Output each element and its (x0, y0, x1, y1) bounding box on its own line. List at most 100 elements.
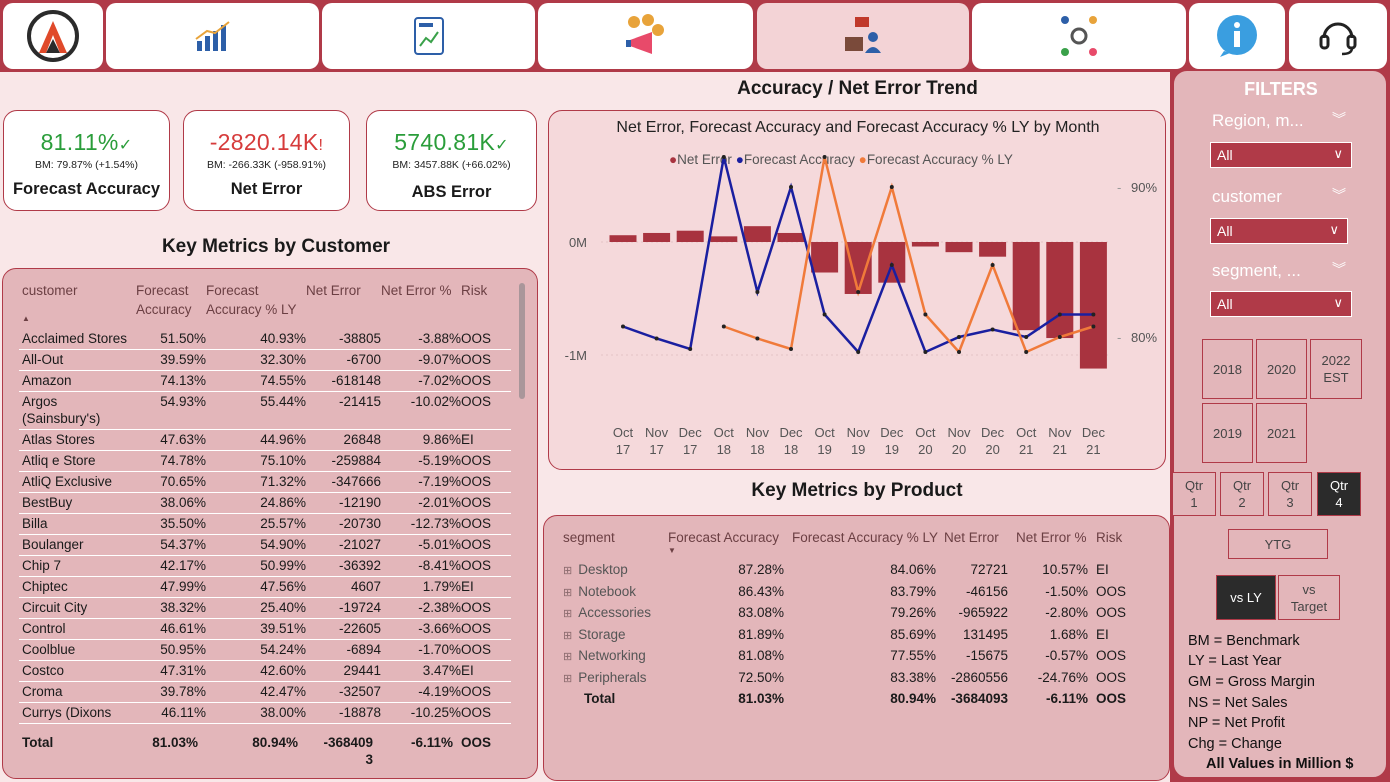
col-header-forecast-accuracy-ly[interactable]: Forecast Accuracy % LY (206, 281, 306, 329)
prod-col-header-segment[interactable]: segment (558, 528, 668, 560)
table-row[interactable]: Coolblue 50.95% 54.24% -6894 -1.70% OOS (19, 639, 511, 661)
prod-col-header-net-error[interactable]: Net Error (944, 528, 1016, 560)
col-header-net-error-pct[interactable]: Net Error % (381, 281, 461, 329)
expand-plus-icon[interactable]: ⊞ (563, 673, 572, 685)
data-point[interactable] (889, 263, 894, 267)
nav-support-tile[interactable] (1289, 3, 1387, 69)
logo-tile[interactable] (3, 3, 103, 69)
col-header-customer[interactable]: customer ▲ (19, 281, 136, 329)
kpi-card-forecast-accuracy[interactable]: 81.11%✓ BM: 79.87% (+1.54%) Forecast Acc… (3, 110, 170, 211)
data-point[interactable] (1057, 312, 1062, 317)
col-header-risk[interactable]: Risk (461, 281, 511, 329)
table-row[interactable]: Currys (Dixons 46.11% 38.00% -18878 -10.25% O… (19, 702, 511, 724)
net-error-bar[interactable] (811, 242, 839, 273)
region-collapse-chevron-icon[interactable]: ︾ (1332, 109, 1346, 129)
data-point[interactable] (1057, 335, 1062, 339)
trend-chart-panel[interactable]: Net Error, Forecast Accuracy and Forecas… (548, 110, 1166, 470)
net-error-bar[interactable] (945, 242, 973, 253)
segment-collapse-chevron-icon[interactable]: ︾ (1332, 259, 1346, 279)
data-point[interactable] (856, 350, 861, 354)
table-row[interactable]: ⊞ Peripherals 72.50% 83.38% -2860556 -24.76% O… (558, 668, 1152, 690)
data-point[interactable] (789, 347, 793, 351)
ytg-button[interactable]: YTG (1228, 529, 1328, 559)
col-header-forecast-accuracy[interactable]: Forecast Accuracy (136, 281, 206, 329)
data-point[interactable] (789, 185, 793, 189)
vs-ly-button[interactable]: vs LY (1216, 575, 1276, 620)
customer-table-scrollbar[interactable] (519, 283, 525, 399)
product-table[interactable]: segment Forecast Accuracy ▼ Forecast Accu… (558, 528, 1152, 707)
nav-sales-tile[interactable] (322, 3, 535, 69)
year-2019-button[interactable]: 2019 (1202, 403, 1253, 463)
prod-col-header-forecast-accuracy[interactable]: Forecast Accuracy ▼ (668, 528, 792, 560)
expand-plus-icon[interactable]: ⊞ (563, 608, 572, 620)
nav-supply-chain-tile[interactable] (757, 3, 969, 69)
trend-chart[interactable]: 0M-1M90%80%--Oct17Nov17Dec17Oct18Nov18De… (549, 111, 1167, 471)
data-point[interactable] (856, 290, 861, 294)
nav-marketing-tile[interactable] (538, 3, 753, 69)
data-point[interactable] (990, 263, 995, 267)
net-error-bar[interactable] (643, 232, 671, 242)
net-error-bar[interactable] (1012, 242, 1040, 331)
net-error-bar[interactable] (609, 235, 637, 242)
data-point[interactable] (654, 336, 659, 341)
qtr-3-button[interactable]: Qtr 3 (1268, 472, 1312, 516)
table-row[interactable]: Circuit City 38.32% 25.40% -19724 -2.38% OOS (19, 597, 511, 619)
data-point[interactable] (822, 155, 827, 159)
year-2018-button[interactable]: 2018 (1202, 339, 1253, 399)
table-row[interactable]: Costco 47.31% 42.60% 29441 3.47% EI (19, 660, 511, 682)
customer-table-panel[interactable]: customer ▲ Forecast Accuracy Forecast Acc… (2, 268, 538, 779)
net-error-bar[interactable] (676, 230, 704, 242)
table-row[interactable]: ⊞ Notebook 86.43% 83.79% -46156 -1.50% OOS (558, 582, 1152, 604)
net-error-bar[interactable] (777, 232, 805, 242)
data-point[interactable] (923, 350, 928, 354)
net-error-bar[interactable] (1046, 242, 1074, 339)
expand-plus-icon[interactable]: ⊞ (563, 587, 572, 599)
table-row[interactable]: BestBuy 38.06% 24.86% -12190 -2.01% OOS (19, 492, 511, 514)
data-point[interactable] (621, 324, 625, 329)
net-error-bar[interactable] (743, 226, 771, 242)
data-point[interactable] (688, 347, 693, 351)
table-row[interactable]: ⊞ Accessories 83.08% 79.26% -965922 -2.80% OOS (558, 603, 1152, 625)
table-row[interactable]: Argos (Sainsbury's) 54.93% 55.44% -21415 -10… (19, 391, 511, 430)
net-error-bar[interactable] (911, 242, 939, 247)
table-row[interactable]: All-Out 39.59% 32.30% -6700 -9.07% OOS (19, 349, 511, 371)
net-error-bar[interactable] (710, 236, 738, 242)
table-row[interactable]: ⊞ Networking 81.08% 77.55% -15675 -0.57% OOS (558, 646, 1152, 668)
table-row[interactable]: Atlas Stores 47.63% 44.96% 26848 9.86% EI (19, 429, 511, 451)
expand-plus-icon[interactable]: ⊞ (563, 651, 572, 663)
vs-target-button[interactable]: vs Target (1278, 575, 1340, 620)
table-row[interactable]: Acclaimed Stores 51.50% 40.93% -38805 -3.88%… (19, 329, 511, 350)
customer-collapse-chevron-icon[interactable]: ︾ (1332, 185, 1346, 205)
table-row[interactable]: Control 46.61% 39.51% -22605 -3.66% OOS (19, 618, 511, 640)
qtr-4-button[interactable]: Qtr 4 (1317, 472, 1361, 516)
data-point[interactable] (1091, 312, 1096, 317)
year-2020-button[interactable]: 2020 (1256, 339, 1307, 399)
data-point[interactable] (755, 290, 760, 294)
prod-col-header-forecast-accuracy-ly[interactable]: Forecast Accuracy % LY (792, 528, 944, 560)
qtr-1-button[interactable]: Qtr 1 (1172, 472, 1216, 516)
table-row[interactable]: ⊞ Desktop 87.28% 84.06% 72721 10.57% EI (558, 560, 1152, 582)
data-point[interactable] (990, 327, 995, 332)
table-row[interactable]: Croma 39.78% 42.47% -32507 -4.19% OOS (19, 681, 511, 703)
expand-plus-icon[interactable]: ⊞ (563, 565, 572, 577)
customer-dropdown[interactable]: All ∨ (1210, 218, 1348, 244)
prod-col-header-risk[interactable]: Risk (1096, 528, 1152, 560)
data-point[interactable] (923, 312, 928, 317)
product-table-panel[interactable]: segment Forecast Accuracy ▼ Forecast Accu… (543, 515, 1170, 781)
kpi-card-net-error[interactable]: -2820.14K! BM: -266.33K (-958.91%) Net E… (183, 110, 350, 211)
customer-table[interactable]: customer ▲ Forecast Accuracy Forecast Acc… (19, 281, 511, 724)
nav-trend-tile[interactable] (106, 3, 319, 69)
data-point[interactable] (889, 185, 894, 189)
year-2021-button[interactable]: 2021 (1256, 403, 1307, 463)
table-row[interactable]: Amazon 74.13% 74.55% -618148 -7.02% OOS (19, 370, 511, 392)
data-point[interactable] (721, 324, 726, 329)
expand-plus-icon[interactable]: ⊞ (563, 630, 572, 642)
table-row[interactable]: Atliq e Store 74.78% 75.10% -259884 -5.19% OO… (19, 450, 511, 472)
table-row[interactable]: Chip 7 42.17% 50.99% -36392 -8.41% OOS (19, 555, 511, 577)
table-row[interactable]: Boulanger 54.37% 54.90% -21027 -5.01% OOS (19, 534, 511, 556)
data-point[interactable] (1024, 335, 1029, 339)
qtr-2-button[interactable]: Qtr 2 (1220, 472, 1264, 516)
col-header-net-error[interactable]: Net Error (306, 281, 381, 329)
region-dropdown[interactable]: All ∨ (1210, 142, 1352, 168)
nav-executive-tile[interactable] (972, 3, 1186, 69)
